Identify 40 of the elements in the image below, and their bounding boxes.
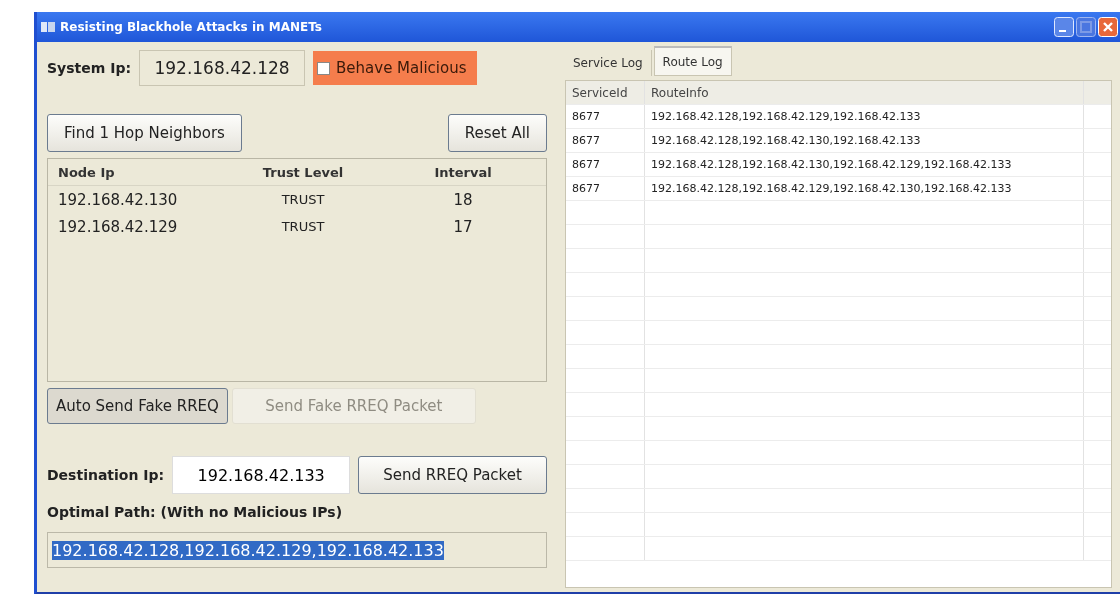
close-icon[interactable] — [1098, 17, 1118, 37]
maximize-icon[interactable] — [1076, 17, 1096, 37]
table-cell: 8677 — [566, 177, 645, 200]
optimal-path-label: Optimal Path: (With no Malicious IPs) — [47, 504, 344, 520]
table-cell: 192.168.42.128,192.168.42.130,192.168.42.129,192.168.42.133 — [645, 153, 1084, 176]
table-cell: 8677 — [566, 105, 645, 128]
minimize-icon[interactable] — [1054, 17, 1074, 37]
destination-ip-label: Destination Ip: — [47, 467, 165, 483]
table-cell: 192.168.42.128,192.168.42.129,192.168.42.130,192.168.42.133 — [645, 177, 1084, 200]
column-header: Interval — [433, 164, 493, 180]
table-cell-text: TRUST — [280, 219, 326, 234]
table-cell: 192.168.42.128,192.168.42.129,192.168.42.133 — [645, 105, 1084, 128]
action-button[interactable]: Find 1 Hop Neighbors — [47, 114, 242, 152]
column-header: ServiceId — [566, 81, 645, 104]
tab[interactable]: Service Log — [565, 50, 652, 76]
table-cell: 8677 — [566, 129, 645, 152]
checkbox[interactable] — [317, 61, 331, 75]
action-button[interactable]: Auto Send Fake RREQ — [47, 388, 228, 424]
column-header: Trust Level — [261, 164, 345, 180]
action-button[interactable]: Reset All — [447, 114, 547, 152]
table-cell-text: 18 — [452, 190, 474, 209]
behave-malicious-checkbox[interactable]: Behave Malicious — [313, 51, 477, 85]
table-cell-text: 17 — [452, 217, 474, 236]
tab[interactable]: Route Log — [653, 46, 732, 76]
table-cell-text: 192.168.42.129 — [57, 217, 179, 236]
app-icon — [41, 21, 55, 33]
system-ip-label: System Ip: — [47, 60, 132, 76]
column-header: RouteInfo — [645, 81, 1084, 104]
system-ip-field[interactable]: 192.168.42.128 — [139, 50, 306, 86]
table-cell: 192.168.42.128,192.168.42.130,192.168.42.133 — [645, 129, 1084, 152]
checkbox-label: Behave Malicious — [336, 59, 467, 77]
selected-text: 192.168.42.128,192.168.42.129,192.168.42.133 — [52, 540, 444, 560]
window-title: Resisting Blackhole Attacks in MANETs — [60, 20, 322, 34]
column-header: Node Ip — [57, 164, 116, 180]
send-rreq-button[interactable]: Send RREQ Packet — [358, 456, 547, 494]
table-cell-text: 192.168.42.130 — [57, 190, 179, 209]
destination-ip-field[interactable]: 192.168.42.133 — [172, 456, 351, 494]
optimal-path-field[interactable]: 192.168.42.128,192.168.42.129,192.168.42.133 — [47, 532, 547, 568]
table-cell-text: TRUST — [280, 192, 326, 207]
table-cell: 8677 — [566, 153, 645, 176]
